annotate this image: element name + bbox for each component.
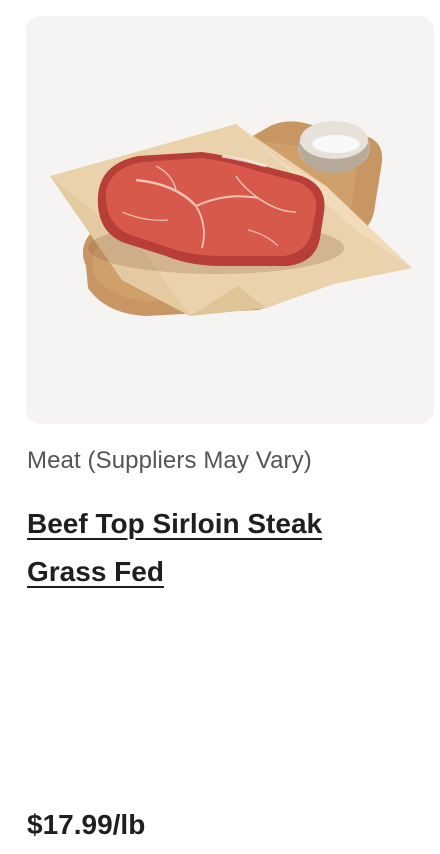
product-price: $17.99/lb (27, 809, 146, 840)
product-image[interactable] (26, 16, 434, 424)
product-title-line-2[interactable]: Grass Fed (27, 556, 164, 587)
product-title-link[interactable]: Beef Top Sirloin Steak Grass Fed (27, 500, 417, 596)
steak-image (50, 121, 412, 316)
supplier-label: Meat (Suppliers May Vary) (27, 447, 312, 474)
product-title-line-1[interactable]: Beef Top Sirloin Steak (27, 508, 322, 539)
product-card: Meat (Suppliers May Vary) Beef Top Sirlo… (0, 0, 440, 854)
